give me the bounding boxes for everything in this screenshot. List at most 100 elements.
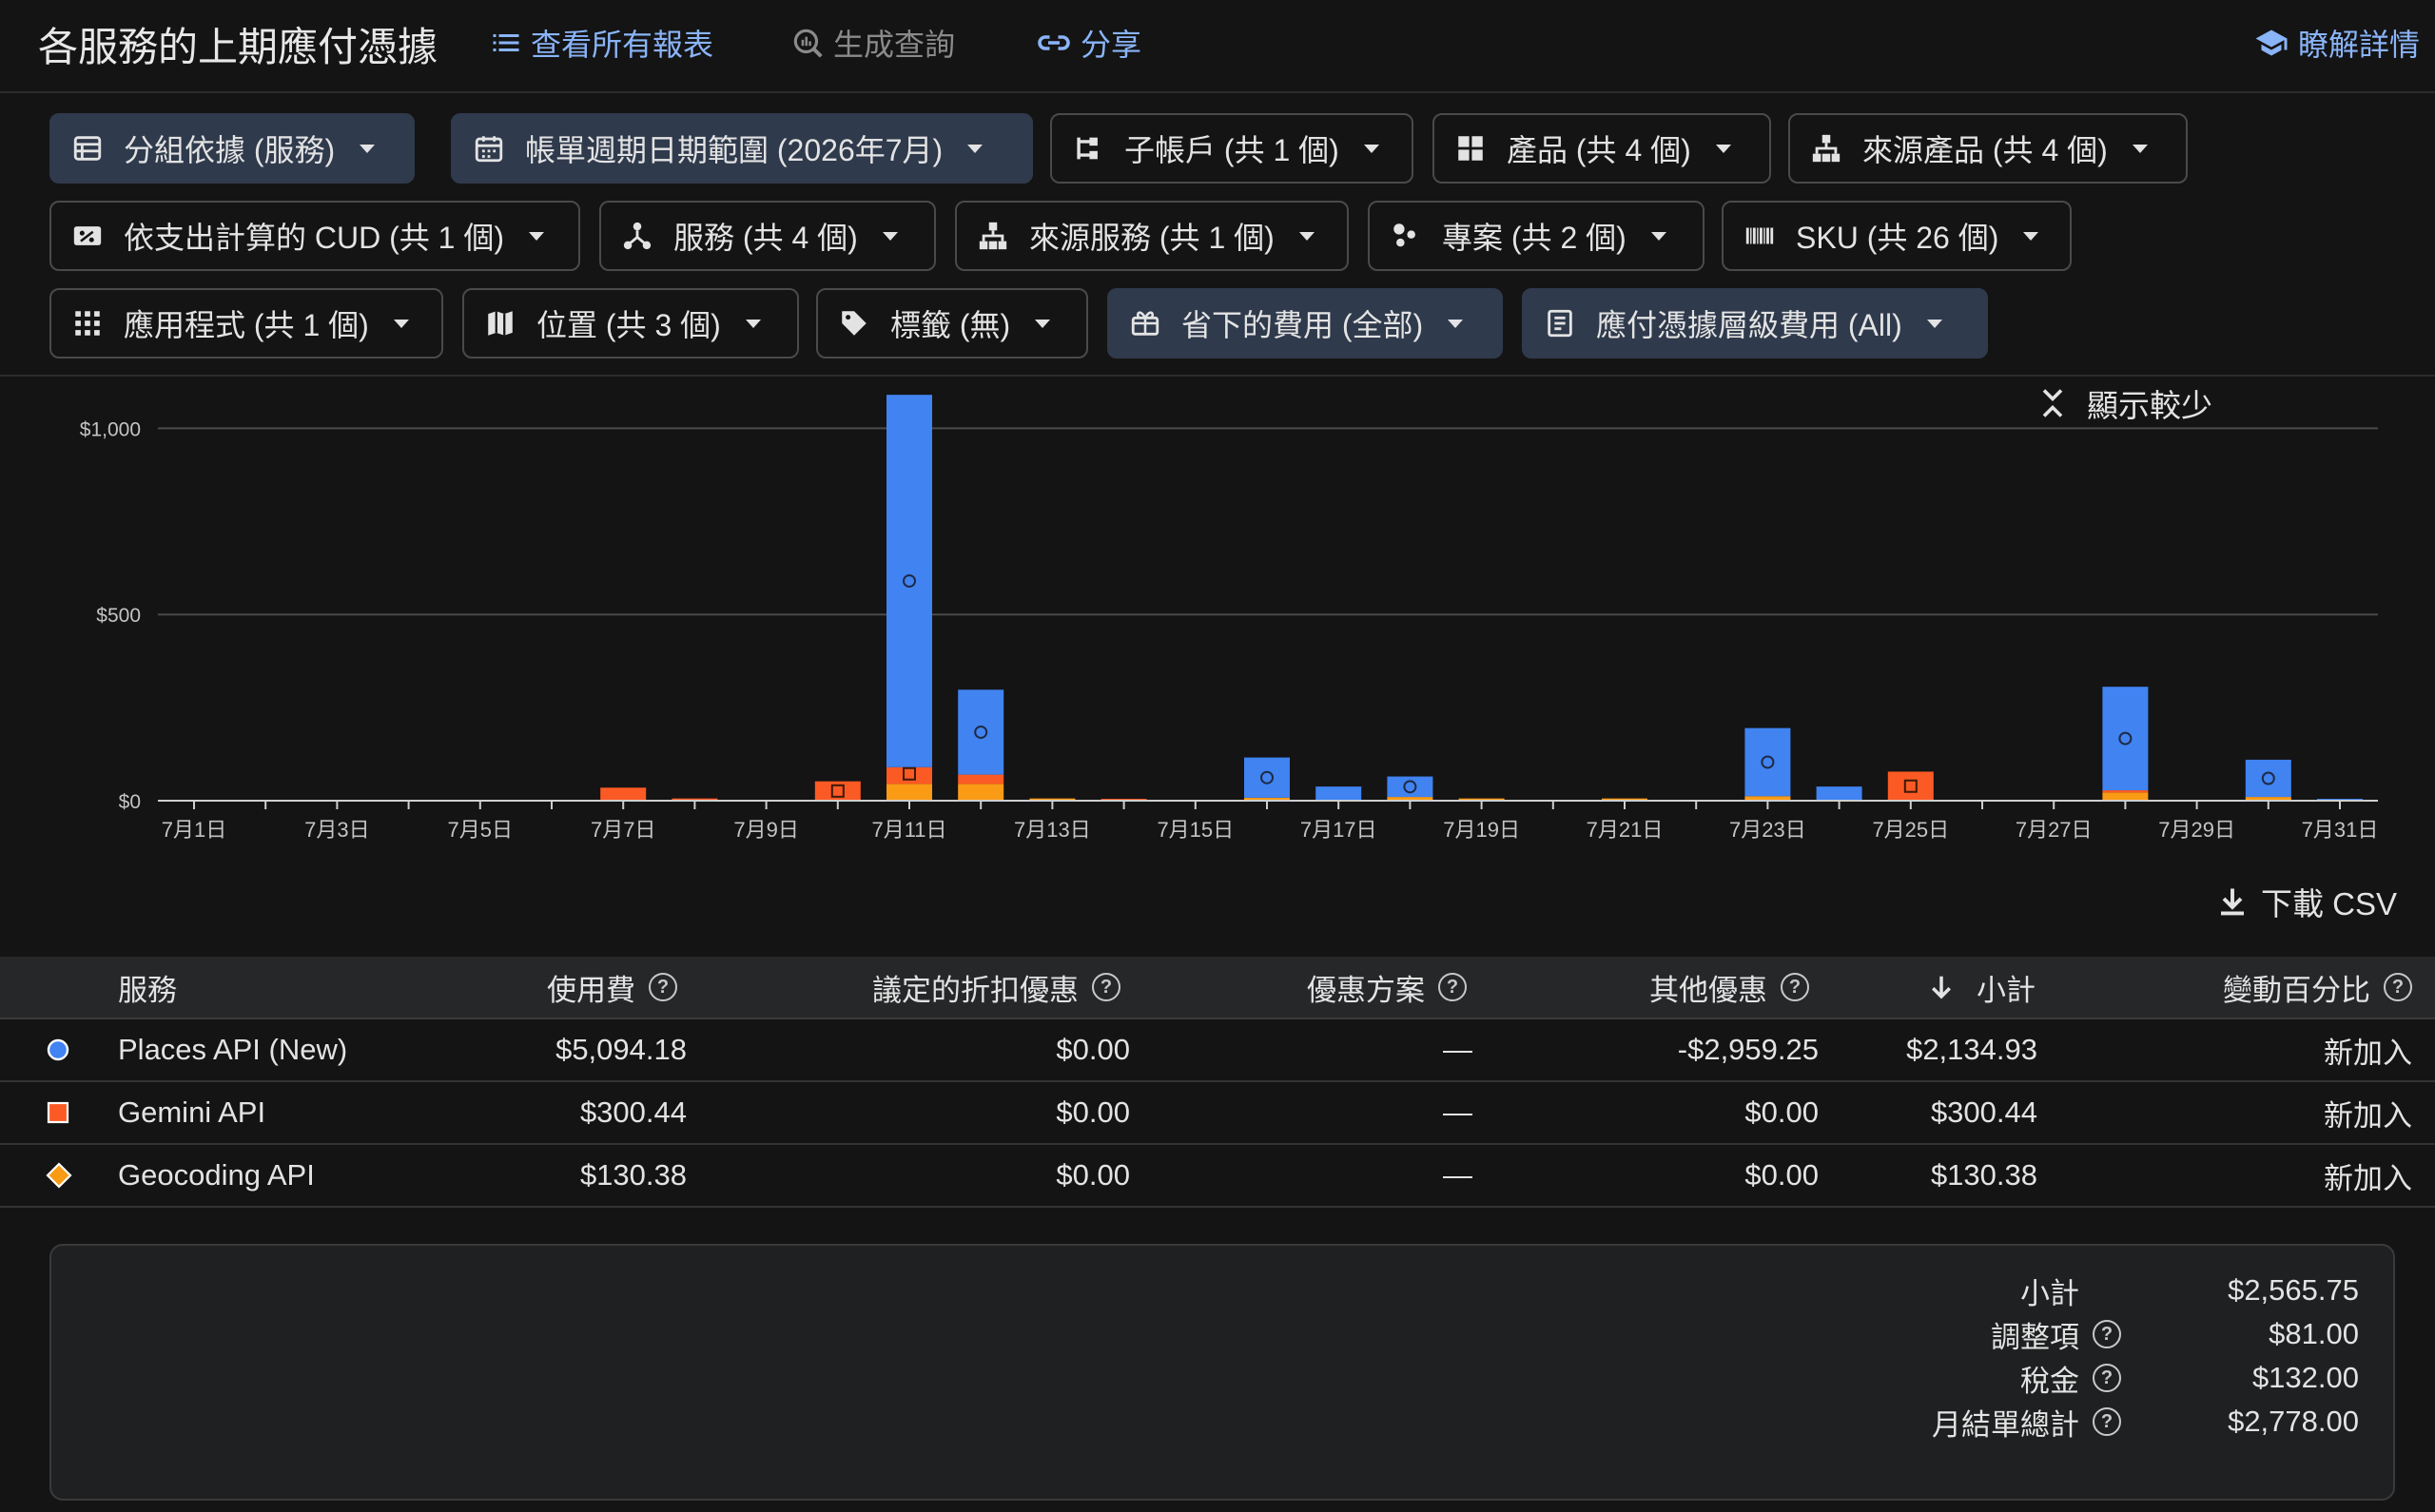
generate-query-link[interactable]: 生成查詢: [789, 21, 955, 65]
x-tick-label: 7月27日: [2016, 818, 2093, 842]
col-change[interactable]: 變動百分比?: [2223, 957, 2412, 1018]
share-label: 分享: [1081, 28, 1142, 62]
sitemap-icon: [976, 219, 1010, 253]
x-tick-label: 7月1日: [162, 818, 226, 842]
table-row[interactable]: Places API (New) $5,094.18 $0.00 — -$2,959.2…: [0, 1019, 2435, 1082]
download-csv-button[interactable]: 下載 CSV: [2215, 879, 2397, 924]
x-tick-label: 7月3日: [304, 818, 369, 842]
learn-more-link[interactable]: 瞭解詳情: [2252, 21, 2420, 65]
bar-segment: [886, 395, 932, 767]
help-icon[interactable]: ?: [1781, 973, 1809, 1001]
labels-filter[interactable]: 標籤 (無): [816, 288, 1088, 359]
series-marker-square: [46, 1082, 70, 1143]
cell-promotions: —: [1443, 1033, 1472, 1066]
table-row[interactable]: Gemini API $300.44 $0.00 — $0.00 $300.44 新加入: [0, 1082, 2435, 1145]
discount-icon: [70, 219, 105, 253]
spend-cud-label: 依支出計算的 CUD (共 1 個): [124, 221, 505, 255]
source-services-label: 來源服務 (共 1 個): [1029, 221, 1275, 255]
cell-negotiated: $0.00: [1056, 1033, 1130, 1066]
bubbles-icon: [1389, 219, 1423, 253]
help-icon[interactable]: ?: [2093, 1407, 2121, 1436]
locations-filter[interactable]: 位置 (共 3 個): [462, 288, 799, 359]
summary-card: 小計 $2,565.75 調整項? $81.00 稅金? $132.00 月結單…: [49, 1244, 2395, 1501]
col-subtotal[interactable]: 小計: [1927, 957, 2036, 1018]
sku-filter[interactable]: SKU (共 26 個): [1722, 201, 2072, 271]
help-icon[interactable]: ?: [2093, 1364, 2121, 1392]
col-service[interactable]: 服務: [118, 957, 177, 1018]
products-label: 產品 (共 4 個): [1507, 133, 1691, 167]
bar-segment: [958, 784, 1004, 801]
cell-negotiated: $0.00: [1056, 1095, 1130, 1129]
chevron-down-icon: [1363, 144, 1379, 153]
learn-more-label: 瞭解詳情: [2298, 28, 2421, 62]
chevron-down-icon: [1650, 231, 1666, 241]
spend-cud-filter[interactable]: 依支出計算的 CUD (共 1 個): [49, 201, 580, 271]
table-rows-icon: [70, 131, 105, 165]
summary-tax-label: 稅金: [2020, 1364, 2079, 1398]
cell-usage: $130.38: [579, 1158, 687, 1192]
cell-negotiated: $0.00: [1056, 1158, 1130, 1192]
table-row[interactable]: Geocoding API $130.38 $0.00 — $0.00 $130.38 新加…: [0, 1145, 2435, 1208]
x-tick-label: 7月23日: [1729, 818, 1806, 842]
source-services-filter[interactable]: 來源服務 (共 1 個): [955, 201, 1349, 271]
help-icon[interactable]: ?: [1438, 973, 1467, 1001]
group-by-filter[interactable]: 分組依據 (服務): [49, 113, 415, 184]
view-all-reports-link[interactable]: 查看所有報表: [489, 21, 713, 65]
col-usage[interactable]: 使用費?: [547, 957, 677, 1018]
date-range-filter[interactable]: 帳單週期日期範圍 (2026年7月): [451, 113, 1033, 184]
cell-other: $0.00: [1744, 1158, 1819, 1192]
help-icon[interactable]: ?: [2384, 973, 2412, 1001]
sitemap-icon: [1809, 131, 1843, 165]
products-filter[interactable]: 產品 (共 4 個): [1432, 113, 1771, 184]
chevron-down-icon: [360, 144, 376, 153]
view-all-reports-label: 查看所有報表: [531, 28, 714, 62]
chevron-down-icon: [1035, 319, 1051, 328]
bar-segment: [1315, 786, 1362, 801]
sub-accounts-filter[interactable]: 子帳戶 (共 1 個): [1050, 113, 1413, 184]
bar-segment: [1887, 771, 1934, 801]
link-icon: [1038, 35, 1070, 50]
cell-usage: $300.44: [579, 1095, 687, 1129]
summary-total-value: $2,778.00: [2228, 1405, 2359, 1438]
help-icon[interactable]: ?: [649, 973, 677, 1001]
y-tick-label: $1,000: [80, 418, 141, 440]
download-icon: [2220, 888, 2244, 916]
x-tick-label: 7月7日: [591, 818, 655, 842]
projects-filter[interactable]: 專案 (共 2 個): [1368, 201, 1704, 271]
x-tick-label: 7月5日: [448, 818, 513, 842]
x-tick-label: 7月13日: [1014, 818, 1091, 842]
share-link[interactable]: 分享: [1035, 21, 1141, 65]
cell-promotions: —: [1443, 1095, 1472, 1129]
col-promotions-label: 優惠方案: [1307, 973, 1425, 1007]
savings-filter[interactable]: 省下的費用 (全部): [1107, 288, 1503, 359]
summary-subtotal-label: 小計: [2020, 1276, 2079, 1310]
cell-change: 新加入: [2324, 1161, 2412, 1195]
cell-promotions: —: [1443, 1158, 1472, 1192]
bar-segment: [958, 774, 1004, 785]
bar-segment: [886, 784, 932, 801]
query-icon: [793, 29, 823, 58]
invoice-level-filter[interactable]: 應付憑據層級費用 (All): [1522, 288, 1988, 359]
x-tick-label: 7月19日: [1443, 818, 1520, 842]
chevron-down-icon: [1926, 319, 1942, 328]
list-icon: [493, 34, 519, 51]
help-icon[interactable]: ?: [1092, 973, 1120, 1001]
services-filter[interactable]: 服務 (共 4 個): [599, 201, 936, 271]
x-tick-label: 7月11日: [871, 818, 946, 842]
col-other[interactable]: 其他優惠?: [1649, 957, 1809, 1018]
sub-accounts-label: 子帳戶 (共 1 個): [1124, 133, 1339, 167]
group-by-label: 分組依據 (服務): [124, 133, 336, 167]
cell-other: $0.00: [1744, 1095, 1819, 1129]
projects-label: 專案 (共 2 個): [1442, 221, 1627, 255]
cell-change: 新加入: [2324, 1036, 2412, 1070]
apps-label: 應用程式 (共 1 個): [124, 308, 369, 342]
col-service-label: 服務: [118, 973, 177, 1007]
table-body: Places API (New) $5,094.18 $0.00 — -$2,959.2…: [0, 1019, 2435, 1208]
help-icon[interactable]: ?: [2093, 1320, 2121, 1348]
col-negotiated[interactable]: 議定的折扣優惠?: [872, 957, 1120, 1018]
arrow-down-icon: [1932, 976, 1951, 999]
source-products-filter[interactable]: 來源產品 (共 4 個): [1788, 113, 2188, 184]
cell-subtotal: $300.44: [1930, 1095, 2037, 1129]
col-promotions[interactable]: 優惠方案?: [1307, 957, 1467, 1018]
apps-filter[interactable]: 應用程式 (共 1 個): [49, 288, 443, 359]
